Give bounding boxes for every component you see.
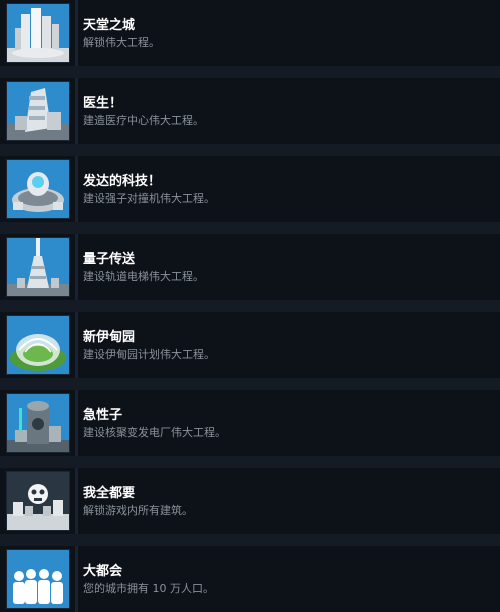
achievement-title: 天堂之城 xyxy=(83,18,136,33)
row-divider xyxy=(75,78,78,144)
achievement-row[interactable]: 急性子 建设核聚变发电厂伟大工程。 xyxy=(0,390,500,456)
population-icon xyxy=(6,549,70,609)
hadron-collider-icon xyxy=(6,159,70,219)
row-divider xyxy=(75,468,78,534)
achievement-description: 建设轨道电梯伟大工程。 xyxy=(83,270,204,283)
achievement-row[interactable]: 新伊甸园 建设伊甸园计划伟大工程。 xyxy=(0,312,500,378)
achievement-row[interactable]: 大都会 您的城市拥有 10 万人口。 xyxy=(0,546,500,612)
achievement-title: 急性子 xyxy=(83,408,123,423)
achievement-list: 天堂之城 解锁伟大工程。 医生！ 建造医疗中心伟大工程。 发达的科技！ 建设强子… xyxy=(0,0,500,612)
achievement-description: 解锁游戏内所有建筑。 xyxy=(83,504,193,517)
achievement-description: 建设强子对撞机伟大工程。 xyxy=(83,192,215,205)
achievement-description: 建设伊甸园计划伟大工程。 xyxy=(83,348,215,361)
achievement-title: 医生！ xyxy=(83,96,123,111)
row-divider xyxy=(75,0,78,66)
achievement-description: 解锁伟大工程。 xyxy=(83,36,160,49)
achievement-description: 您的城市拥有 10 万人口。 xyxy=(83,582,214,595)
achievement-row[interactable]: 医生！ 建造医疗中心伟大工程。 xyxy=(0,78,500,144)
space-elevator-icon xyxy=(6,237,70,297)
row-divider xyxy=(75,156,78,222)
row-divider xyxy=(75,390,78,456)
achievement-title: 新伊甸园 xyxy=(83,330,136,345)
achievement-title: 量子传送 xyxy=(83,252,136,267)
achievement-description: 建造医疗中心伟大工程。 xyxy=(83,114,204,127)
achievement-description: 建设核聚变发电厂伟大工程。 xyxy=(83,426,226,439)
all-buildings-icon xyxy=(6,471,70,531)
achievement-row[interactable]: 量子传送 建设轨道电梯伟大工程。 xyxy=(0,234,500,300)
achievement-title: 我全都要 xyxy=(83,486,136,501)
row-divider xyxy=(75,234,78,300)
medical-center-icon xyxy=(6,81,70,141)
skyscraper-cluster-icon xyxy=(6,3,70,63)
achievement-title: 大都会 xyxy=(83,564,123,579)
achievement-row[interactable]: 我全都要 解锁游戏内所有建筑。 xyxy=(0,468,500,534)
row-divider xyxy=(75,546,78,612)
row-divider xyxy=(75,312,78,378)
eden-dome-icon xyxy=(6,315,70,375)
achievement-title: 发达的科技！ xyxy=(83,174,162,189)
fusion-plant-icon xyxy=(6,393,70,453)
achievement-row[interactable]: 天堂之城 解锁伟大工程。 xyxy=(0,0,500,66)
achievement-row[interactable]: 发达的科技！ 建设强子对撞机伟大工程。 xyxy=(0,156,500,222)
